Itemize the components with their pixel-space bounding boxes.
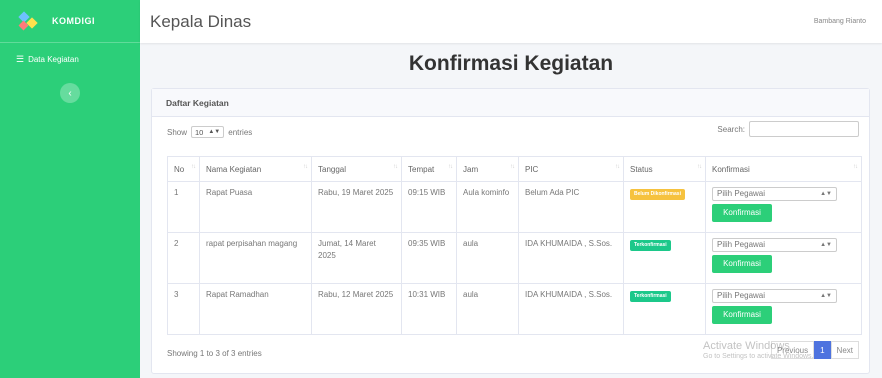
list-icon: ☰ [16,53,25,64]
page-title: Konfirmasi Kegiatan [408,52,614,75]
show-label: Show [167,127,188,137]
sort-icon: ↑↓ [448,164,453,170]
cell-jam: aula [456,232,519,284]
sort-icon: ↑↓ [853,164,858,170]
cell-nama-kegiatan: rapat perpisahan magang [199,232,312,284]
search-label: Search: [717,124,745,134]
cell-tanggal: Rabu, 12 Maret 2025 [311,283,402,335]
sort-icon: ↑↓ [697,164,702,170]
pegawai-select[interactable]: Pilih Pegawai ▲▼ [712,289,837,303]
column-header-status[interactable]: Status ↑↓ [623,156,706,182]
cell-pic: IDA KHUMAIDA , S.Sos. [518,232,624,284]
konfirmasi-button[interactable]: Konfirmasi [712,306,772,324]
entries-label: entries [228,127,253,137]
sidebar-item-data-kegiatan[interactable]: ☰ Data Kegiatan [0,45,140,73]
search-control: Search: [717,121,859,137]
cell-status: Terkonfirmasi [623,232,706,284]
cell-tempat: 09:15 WIB [401,181,457,233]
chevron-left-icon: ‹ [68,87,72,99]
table-row: 3 Rapat Ramadhan Rabu, 12 Maret 2025 10:… [167,283,862,335]
sidebar: KOMDIGI ☰ Data Kegiatan ‹ [0,0,140,378]
column-header-tempat[interactable]: Tempat ↑↓ [401,156,457,182]
cell-jam: Aula kominfo [456,181,519,233]
column-header-no[interactable]: No ↑↓ [167,156,200,182]
topbar: Kepala Dinas Bambang Rianto [140,0,882,43]
select-arrows-icon: ▲▼ [208,129,221,135]
table-info: Showing 1 to 3 of 3 entries [167,349,262,358]
sort-icon: ↑↓ [393,164,398,170]
cell-tanggal: Jumat, 14 Maret 2025 [311,232,402,284]
cell-konfirmasi: Pilih Pegawai ▲▼ Konfirmasi [705,181,862,233]
card-header: Daftar Kegiatan [152,89,869,117]
topbar-title: Kepala Dinas [150,11,252,31]
cell-konfirmasi: Pilih Pegawai ▲▼ Konfirmasi [705,283,862,335]
sidebar-toggle-button[interactable]: ‹ [60,83,80,103]
activities-table: No ↑↓ Nama Kegiatan ↑↓ Tanggal ↑↓ Tempat ↑↓ … [167,156,862,335]
konfirmasi-button[interactable]: Konfirmasi [712,204,772,222]
pagination: Previous 1 Next [770,341,859,359]
cell-nama-kegiatan: Rapat Puasa [199,181,312,233]
select-arrows-icon: ▲▼ [820,190,832,197]
search-input[interactable] [749,121,859,137]
next-page-button[interactable]: Next [830,341,859,359]
brand-logo-icon [18,11,38,31]
column-header-tanggal[interactable]: Tanggal ↑↓ [311,156,402,182]
sort-icon: ↑↓ [510,164,515,170]
brand[interactable]: KOMDIGI [0,0,140,43]
cell-no: 1 [167,181,200,233]
table-header-row: No ↑↓ Nama Kegiatan ↑↓ Tanggal ↑↓ Tempat ↑↓ … [167,156,862,182]
cell-no: 3 [167,283,200,335]
column-header-jam[interactable]: Jam ↑↓ [456,156,519,182]
card-title: Daftar Kegiatan [166,97,229,108]
cell-no: 2 [167,232,200,284]
cell-pic: IDA KHUMAIDA , S.Sos. [518,283,624,335]
pegawai-select[interactable]: Pilih Pegawai ▲▼ [712,238,837,252]
column-header-pic[interactable]: PIC ↑↓ [518,156,624,182]
cell-tempat: 09:35 WIB [401,232,457,284]
sidebar-item-label: Data Kegiatan [28,54,79,64]
brand-name: KOMDIGI [52,16,95,26]
sort-icon: ↑↓ [303,164,308,170]
konfirmasi-button[interactable]: Konfirmasi [712,255,772,273]
cell-jam: aula [456,283,519,335]
previous-page-button[interactable]: Previous [770,341,815,359]
cell-pic: Belum Ada PIC [518,181,624,233]
page-1-button[interactable]: 1 [814,341,831,359]
status-badge: Terkonfirmasi [630,291,671,303]
cell-tanggal: Rabu, 19 Maret 2025 [311,181,402,233]
status-badge: Terkonfirmasi [630,240,671,252]
cell-status: Belum Dikonfirmasi [623,181,706,233]
column-header-konfirmasi[interactable]: Konfirmasi ↑↓ [705,156,862,182]
user-name[interactable]: Bambang Rianto [814,18,866,25]
table-row: 2 rapat perpisahan magang Jumat, 14 Mare… [167,232,862,284]
cell-nama-kegiatan: Rapat Ramadhan [199,283,312,335]
sort-icon: ↑↓ [615,164,620,170]
sort-icon: ↑↓ [191,164,196,170]
table-row: 1 Rapat Puasa Rabu, 19 Maret 2025 09:15 … [167,181,862,233]
cell-status: Terkonfirmasi [623,283,706,335]
entries-length-value: 10 [195,127,204,137]
select-arrows-icon: ▲▼ [820,241,832,248]
status-badge: Belum Dikonfirmasi [630,189,685,201]
table-controls: Show 10 ▲▼ entries Search: [152,117,869,145]
entries-length-select[interactable]: 10 ▲▼ [191,126,225,138]
entries-length-control: Show 10 ▲▼ entries [167,126,252,138]
select-arrows-icon: ▲▼ [820,292,832,299]
pegawai-select[interactable]: Pilih Pegawai ▲▼ [712,187,837,201]
cell-tempat: 10:31 WIB [401,283,457,335]
activity-card: Daftar Kegiatan Show 10 ▲▼ entries Searc… [151,88,870,374]
column-header-nama-kegiatan[interactable]: Nama Kegiatan ↑↓ [199,156,312,182]
cell-konfirmasi: Pilih Pegawai ▲▼ Konfirmasi [705,232,862,284]
